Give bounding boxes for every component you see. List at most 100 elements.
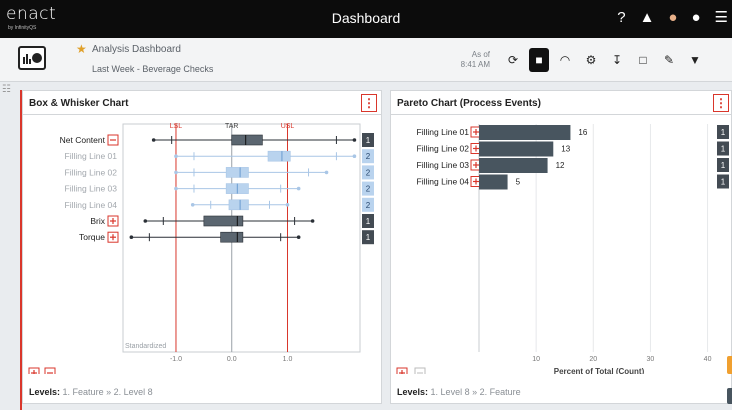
collapse-icon[interactable] [107,134,119,146]
box-whisker-chart: LSL TAR USL -1.0 0.0 1.0 Standardized Net Conte… [28,123,374,374]
dashboard-title: Analysis Dashboard [92,44,181,55]
standardized-label: Standardized [125,343,166,350]
count-label: 2 [366,152,371,161]
series-label: Filling Line 02 [65,167,118,177]
count-label: 1 [721,161,726,170]
count-label: 1 [366,136,371,145]
expand-all-icon[interactable] [28,367,40,374]
help-icon[interactable]: ? [617,9,625,26]
bar-value-label: 12 [556,161,565,170]
document-icon[interactable]: □ [630,48,656,72]
whisker-end [174,170,178,175]
as-of-label: As of [471,50,490,59]
box [267,150,291,162]
whisker-end [310,219,315,223]
kebab-menu-icon[interactable]: ⋮ [713,94,729,112]
bar [479,125,571,140]
box [231,134,263,146]
category-label: Filling Line 02 [417,144,470,154]
download-icon[interactable]: ↧ [604,48,630,72]
side-tab[interactable] [727,388,732,404]
category-label: Filling Line 04 [417,177,470,187]
count-label: 1 [366,217,371,226]
dashboard-app-icon [18,46,46,70]
star-icon[interactable]: ★ [76,42,87,56]
side-tab[interactable] [727,356,732,374]
pareto-chart: 10 20 30 40 Filling Line 01 16 1 Filling Line 0… [396,124,729,374]
top-bar: enact by InfinityQS Dashboard ? ▲ ● ● ☰ [0,0,732,38]
x-tick-label: 1.0 [283,356,293,363]
whisker-end [285,203,290,207]
levels-label: Levels: [29,387,61,397]
gauge-icon[interactable]: ◠ [552,48,578,72]
x-tick-label: 40 [704,356,712,363]
dashboard-header: ★ Analysis Dashboard Last Week - Beverag… [0,38,732,82]
count-label: 1 [366,233,371,242]
kebab-menu-icon[interactable]: ⋮ [361,94,377,112]
panel-title: Box & Whisker Chart [23,91,381,115]
whisker-end [352,154,357,158]
panel-title: Pareto Chart (Process Events) [391,91,731,115]
bell-icon[interactable]: ▲ [640,9,655,26]
pareto-panel: Pareto Chart (Process Events) ⋮ 10 20 30 40… [390,90,732,404]
whisker-end [129,235,134,239]
filter-icon[interactable]: ▼ [682,48,708,72]
menu-icon[interactable]: ☰ [715,8,728,26]
whisker-end [324,170,329,175]
x-tick-label: 20 [589,356,597,363]
x-tick-label: 30 [647,356,655,363]
bar [479,174,508,190]
levels-breadcrumb: Levels: 1. Feature » 2. Level 8 [29,387,153,397]
levels-value[interactable]: 1. Level 8 » 2. Feature [431,387,521,397]
levels-value[interactable]: 1. Feature » 2. Level 8 [63,387,153,397]
spec-label: USL [281,123,295,130]
whisker-end [174,186,178,191]
count-label: 1 [721,178,726,187]
as-of-timestamp: As of 8:41 AM [430,50,490,70]
expand-icon[interactable] [107,215,119,227]
toolbar: ⟳ ■ ◠ ⚙ ↧ □ ✎ ▼ [500,48,708,72]
whisker-end [174,154,178,158]
user-avatar[interactable]: ● [668,9,677,26]
category-label: Filling Line 01 [417,127,470,137]
box [225,167,249,178]
levels-breadcrumb: Levels: 1. Level 8 » 2. Feature [397,387,521,397]
collapse-icon[interactable]: ☷ [2,84,11,95]
spec-label: LSL [170,123,183,130]
expand-all-icon[interactable] [396,367,408,374]
dashboard-description: Last Week - Beverage Checks [92,64,214,74]
whisker-end [352,138,357,142]
count-label: 1 [721,128,726,137]
spec-label: TAR [225,123,238,130]
x-tick-label: -1.0 [170,356,182,363]
series-label: Filling Line 04 [65,200,118,210]
category-label: Filling Line 03 [417,160,470,170]
box [220,231,244,243]
as-of-time: 8:41 AM [460,60,490,69]
bar [479,158,548,173]
whisker-end [296,235,301,239]
bar-value-label: 13 [561,145,570,154]
bar-value-label: 16 [578,128,587,137]
count-label: 2 [366,185,371,194]
levels-label: Levels: [397,387,429,397]
bar-value-label: 5 [516,178,521,187]
edit-document-icon[interactable]: ✎ [656,48,682,72]
bar [479,141,554,157]
refresh-icon[interactable]: ⟳ [500,48,526,72]
x-tick-label: 10 [532,356,540,363]
gear-icon[interactable]: ⚙ [578,48,604,72]
series-label: Net Content [60,135,106,145]
count-label: 2 [366,168,371,177]
x-tick-label: 0.0 [227,356,237,363]
lock-icon[interactable]: ■ [529,48,549,72]
box-whisker-panel: Box & Whisker Chart ⋮ LSL TAR USL -1.0 0.0 1.… [22,90,382,404]
users-icon[interactable]: ● [691,9,700,26]
whisker-end [190,203,195,207]
series-label: Torque [79,232,105,242]
x-axis-label: Percent of Total (Count) [554,367,645,374]
series-label: Filling Line 01 [65,151,118,161]
expand-icon[interactable] [107,231,119,243]
count-label: 1 [721,145,726,154]
collapse-all-icon[interactable] [44,367,56,374]
